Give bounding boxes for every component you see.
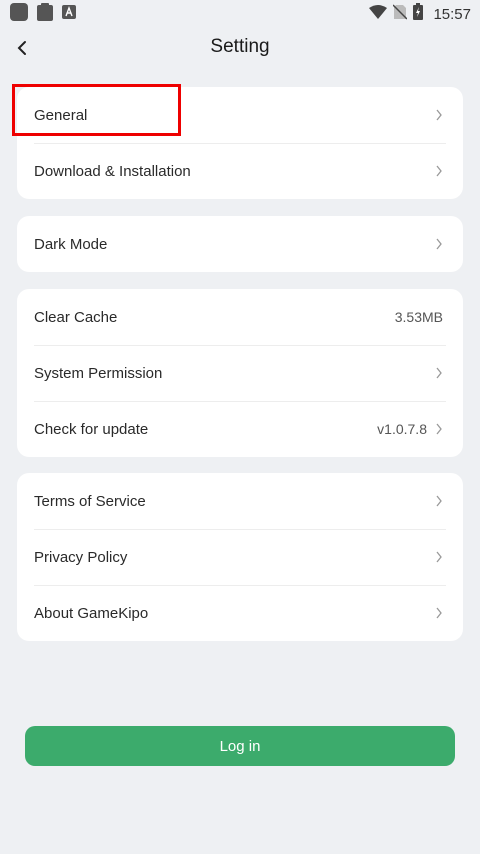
settings-group-2: Dark Mode [17, 216, 463, 272]
chevron-right-icon [436, 165, 442, 177]
wifi-icon [369, 4, 388, 24]
battery-charging-icon [413, 3, 424, 25]
cache-size-value: 3.53MB [394, 309, 443, 325]
clipboard-icon [36, 2, 54, 26]
chevron-right-icon [436, 551, 442, 563]
status-bar: 15:57 [0, 0, 480, 28]
settings-item-label: Clear Cache [34, 308, 118, 326]
settings-item-privacy-policy[interactable]: Privacy Policy [17, 529, 463, 585]
page-title: Setting [210, 36, 270, 57]
chevron-right-icon [436, 238, 442, 250]
chevron-right-icon [436, 109, 442, 121]
settings-item-label: Download & Installation [34, 162, 191, 180]
settings-item-terms-of-service[interactable]: Terms of Service [17, 473, 463, 529]
settings-item-label: Check for update [34, 420, 149, 438]
settings-item-check-update[interactable]: Check for update v1.0.7.8 [17, 401, 463, 457]
settings-item-download-installation[interactable]: Download & Installation [17, 143, 463, 199]
settings-group-3: Clear Cache 3.53MB System Permission Che… [17, 289, 463, 457]
settings-item-clear-cache[interactable]: Clear Cache 3.53MB [17, 289, 463, 345]
chevron-right-icon [436, 423, 442, 435]
app-bar: Setting [0, 28, 480, 70]
login-button[interactable]: Log in [25, 726, 455, 766]
a-badge-icon [62, 4, 76, 24]
version-value: v1.0.7.8 [377, 421, 427, 437]
settings-item-label: System Permission [34, 364, 163, 382]
settings-item-label: Dark Mode [34, 235, 108, 253]
status-time: 15:57 [433, 5, 471, 23]
settings-item-dark-mode[interactable]: Dark Mode [17, 216, 463, 272]
settings-group-1: General Download & Installation [17, 87, 463, 199]
settings-item-about[interactable]: About GameKipo [17, 585, 463, 641]
settings-item-general[interactable]: General [17, 87, 463, 143]
settings-group-4: Terms of Service Privacy Policy About Ga… [17, 473, 463, 641]
chevron-right-icon [436, 367, 442, 379]
settings-item-label: General [34, 106, 88, 124]
settings-item-label: Terms of Service [34, 492, 146, 510]
settings-item-label: Privacy Policy [34, 548, 128, 566]
settings-item-label: About GameKipo [34, 604, 149, 622]
app-icon [10, 2, 28, 26]
chevron-right-icon [436, 495, 442, 507]
chevron-right-icon [436, 607, 442, 619]
no-sim-icon [392, 3, 408, 25]
settings-item-system-permission[interactable]: System Permission [17, 345, 463, 401]
